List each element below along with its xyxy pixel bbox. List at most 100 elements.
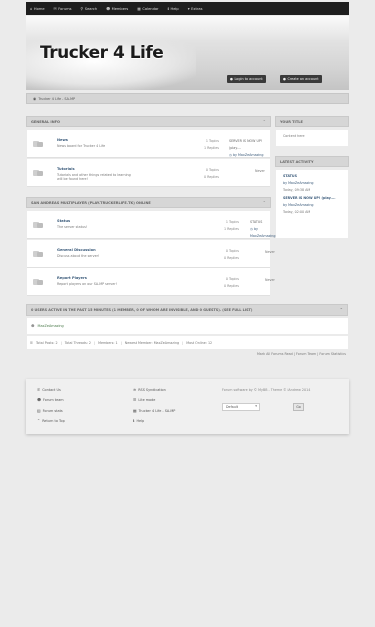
rss-label: RSS Syndication <box>138 387 166 392</box>
breadcrumb-link[interactable]: Trucker 4 Life - SA-MP <box>38 97 75 101</box>
nav-calendar[interactable]: ▦ Calendar <box>137 6 158 11</box>
rss-link[interactable]: ≋ RSS Syndication <box>133 387 166 392</box>
rss-icon: ≋ <box>133 387 137 392</box>
forum-status-icon <box>33 141 44 147</box>
forum-row-tutorials: Tutorials Tutorials and other things rel… <box>27 159 270 187</box>
forum-replies-count: 0 Replies <box>224 256 239 260</box>
forum-description: News board for Trucker 4 Life <box>57 144 106 148</box>
board-stats: ☰ Total Posts: 2 | Total Threads: 2 | Memb… <box>27 336 348 349</box>
nav-search[interactable]: ⚲ Search <box>81 6 98 11</box>
last-post-author[interactable]: by MaxZeAmazing <box>250 227 275 238</box>
forum-title-link[interactable]: Status <box>57 219 70 223</box>
forum-status-icon <box>33 170 44 176</box>
nav-forums-label: Forums <box>58 6 72 11</box>
nav-members-label: Members <box>111 6 129 11</box>
forum-title-link[interactable]: Tutorials <box>57 167 75 171</box>
category-header-general[interactable]: GENERAL INFO ⌃ <box>26 116 271 127</box>
board-links: Mark All Forums Read | Forum Team | Foru… <box>256 352 346 356</box>
forum-replies-count: 1 Replies <box>204 146 219 150</box>
activity-author[interactable]: by MaxZeAmazing <box>283 180 341 187</box>
mark-all-read-link[interactable]: Mark All Forums Read <box>257 352 293 356</box>
theme-go-button[interactable]: Go <box>293 403 304 411</box>
lite-mode-link[interactable]: ☰ Lite mode <box>133 397 155 402</box>
forum-topics-count: 0 Topics <box>205 168 219 172</box>
help-footer-label: Help <box>136 418 145 423</box>
forum-status-icon <box>33 251 44 257</box>
forums-icon: ✉ <box>53 6 57 11</box>
lock-icon: ● <box>230 77 233 81</box>
forum-team-label: Forum team <box>42 397 64 402</box>
nav-home[interactable]: ⌂ Home <box>30 6 45 11</box>
activity-title-link[interactable]: STATUS <box>283 173 341 180</box>
help-footer-link[interactable]: ℹ Help <box>133 418 144 423</box>
activity-time: Today, 02:00 AM <box>283 210 311 214</box>
nav-forums[interactable]: ✉ Forums <box>54 6 72 11</box>
breadcrumb: ◉ Trucker 4 Life - SA-MP <box>26 93 349 104</box>
activity-title-link[interactable]: SERVER IS NOW UP! (play.... <box>283 195 341 202</box>
forum-statistics-link[interactable]: Forum Statistics <box>319 352 346 356</box>
home-icon: ▦ <box>133 408 137 413</box>
collapse-icon[interactable]: ⌃ <box>263 119 266 124</box>
forum-stats-footer-link[interactable]: ▥ Forum stats <box>37 408 63 413</box>
header-banner: Trucker 4 Life ● Login to account ● Create… <box>26 16 349 90</box>
forum-team-link[interactable]: Forum Team <box>296 352 316 356</box>
forum-last-post-never: Never <box>265 278 275 282</box>
chevron-down-icon: ▾ <box>255 404 257 408</box>
forum-last-post-never: Never <box>265 250 275 254</box>
forum-stats: 0 Topics 0 Replies <box>207 276 239 290</box>
last-post-author[interactable]: by MaxZeAmazing <box>233 153 264 157</box>
forum-last-post-never: Never <box>255 169 265 173</box>
online-users-title: 0 USERS ACTIVE IN THE PAST 15 MINUTES (1… <box>31 308 253 312</box>
theme-select[interactable]: Default ▾ <box>222 403 260 411</box>
help-icon: ℹ <box>167 6 169 11</box>
forum-team-footer-link[interactable]: ☻ Forum team <box>37 397 64 402</box>
forum-title-link[interactable]: General Discussion <box>57 248 96 252</box>
create-account-button[interactable]: ● Create an account <box>280 75 322 83</box>
nav-help[interactable]: ℹ Help <box>168 6 179 11</box>
forum-title-link[interactable]: News <box>57 138 68 142</box>
arrow-up-icon: ⌃ <box>37 418 41 423</box>
sidebar-content: Content here <box>283 134 305 138</box>
forum-replies-count: 0 Replies <box>204 175 219 179</box>
collapse-icon[interactable]: ⌃ <box>263 200 266 205</box>
forum-last-post: STATUS ◷ by MaxZeAmazing <box>250 219 275 240</box>
sidebar-your-title-body: Content here <box>276 130 348 146</box>
return-to-top-label: Return to Top <box>42 418 65 423</box>
forum-description: The server status! <box>57 225 88 229</box>
activity-author[interactable]: by MaxZeAmazing <box>283 202 341 209</box>
nav-calendar-label: Calendar <box>142 6 159 11</box>
nav-extras[interactable]: ▾ Extras <box>188 6 203 11</box>
team-icon: ☻ <box>37 397 41 402</box>
forum-topics-count: 1 Topics <box>205 139 219 143</box>
phone-icon: ✆ <box>37 387 41 392</box>
nav-help-label: Help <box>170 6 179 11</box>
return-to-top-link[interactable]: ⌃ Return to Top <box>37 418 65 423</box>
forum-topics-count: 1 Topics <box>225 220 239 224</box>
login-button[interactable]: ● Login to account <box>227 75 266 83</box>
stat-total-threads: Total Threads: 2 <box>64 340 91 345</box>
collapse-icon[interactable]: ⌃ <box>340 307 343 312</box>
home-footer-link[interactable]: ▦ Trucker 4 Life - SA-MP <box>133 408 175 413</box>
last-post-link[interactable]: SERVER IS NOW UP! (play.... <box>229 138 270 152</box>
forum-description: Report players on our SA-MP server! <box>57 282 117 286</box>
forum-title-link[interactable]: Report Players <box>57 276 87 280</box>
stat-newest-member: Newest Member: MaxZeAmazing <box>124 340 180 345</box>
contact-us-link[interactable]: ✆ Contact Us <box>37 387 61 392</box>
online-users-header[interactable]: 0 USERS ACTIVE IN THE PAST 15 MINUTES (1… <box>26 304 348 316</box>
category-header-samp[interactable]: SAN ANDREAS MULTIPLAYER (PLAY.TRUCKERLIF… <box>26 197 271 208</box>
search-icon: ⚲ <box>80 6 84 11</box>
forum-description-line2: will be found here! <box>57 177 88 182</box>
create-account-button-label: Create an account <box>287 77 319 81</box>
footer: ✆ Contact Us ☻ Forum team ▥ Forum stats ⌃ Re… <box>26 379 349 434</box>
last-post-link[interactable]: STATUS <box>250 219 275 226</box>
nav-members[interactable]: ☻ Members <box>106 6 128 11</box>
contact-us-label: Contact Us <box>42 387 61 392</box>
activity-time: Today, 09:38 AM <box>283 188 311 192</box>
user-icon: ☻ <box>31 324 35 328</box>
online-user-link[interactable]: MaxZeAmazing <box>38 324 64 328</box>
forum-row-status: Status The server status! 1 Topics 1 Repl… <box>27 211 275 239</box>
forum-stats: 1 Topics 1 Replies <box>187 138 219 152</box>
site-logo[interactable]: Trucker 4 Life <box>40 43 164 63</box>
forum-replies-count: 0 Replies <box>224 284 239 288</box>
online-users-list: ☻ MaxZeAmazing <box>27 318 348 334</box>
